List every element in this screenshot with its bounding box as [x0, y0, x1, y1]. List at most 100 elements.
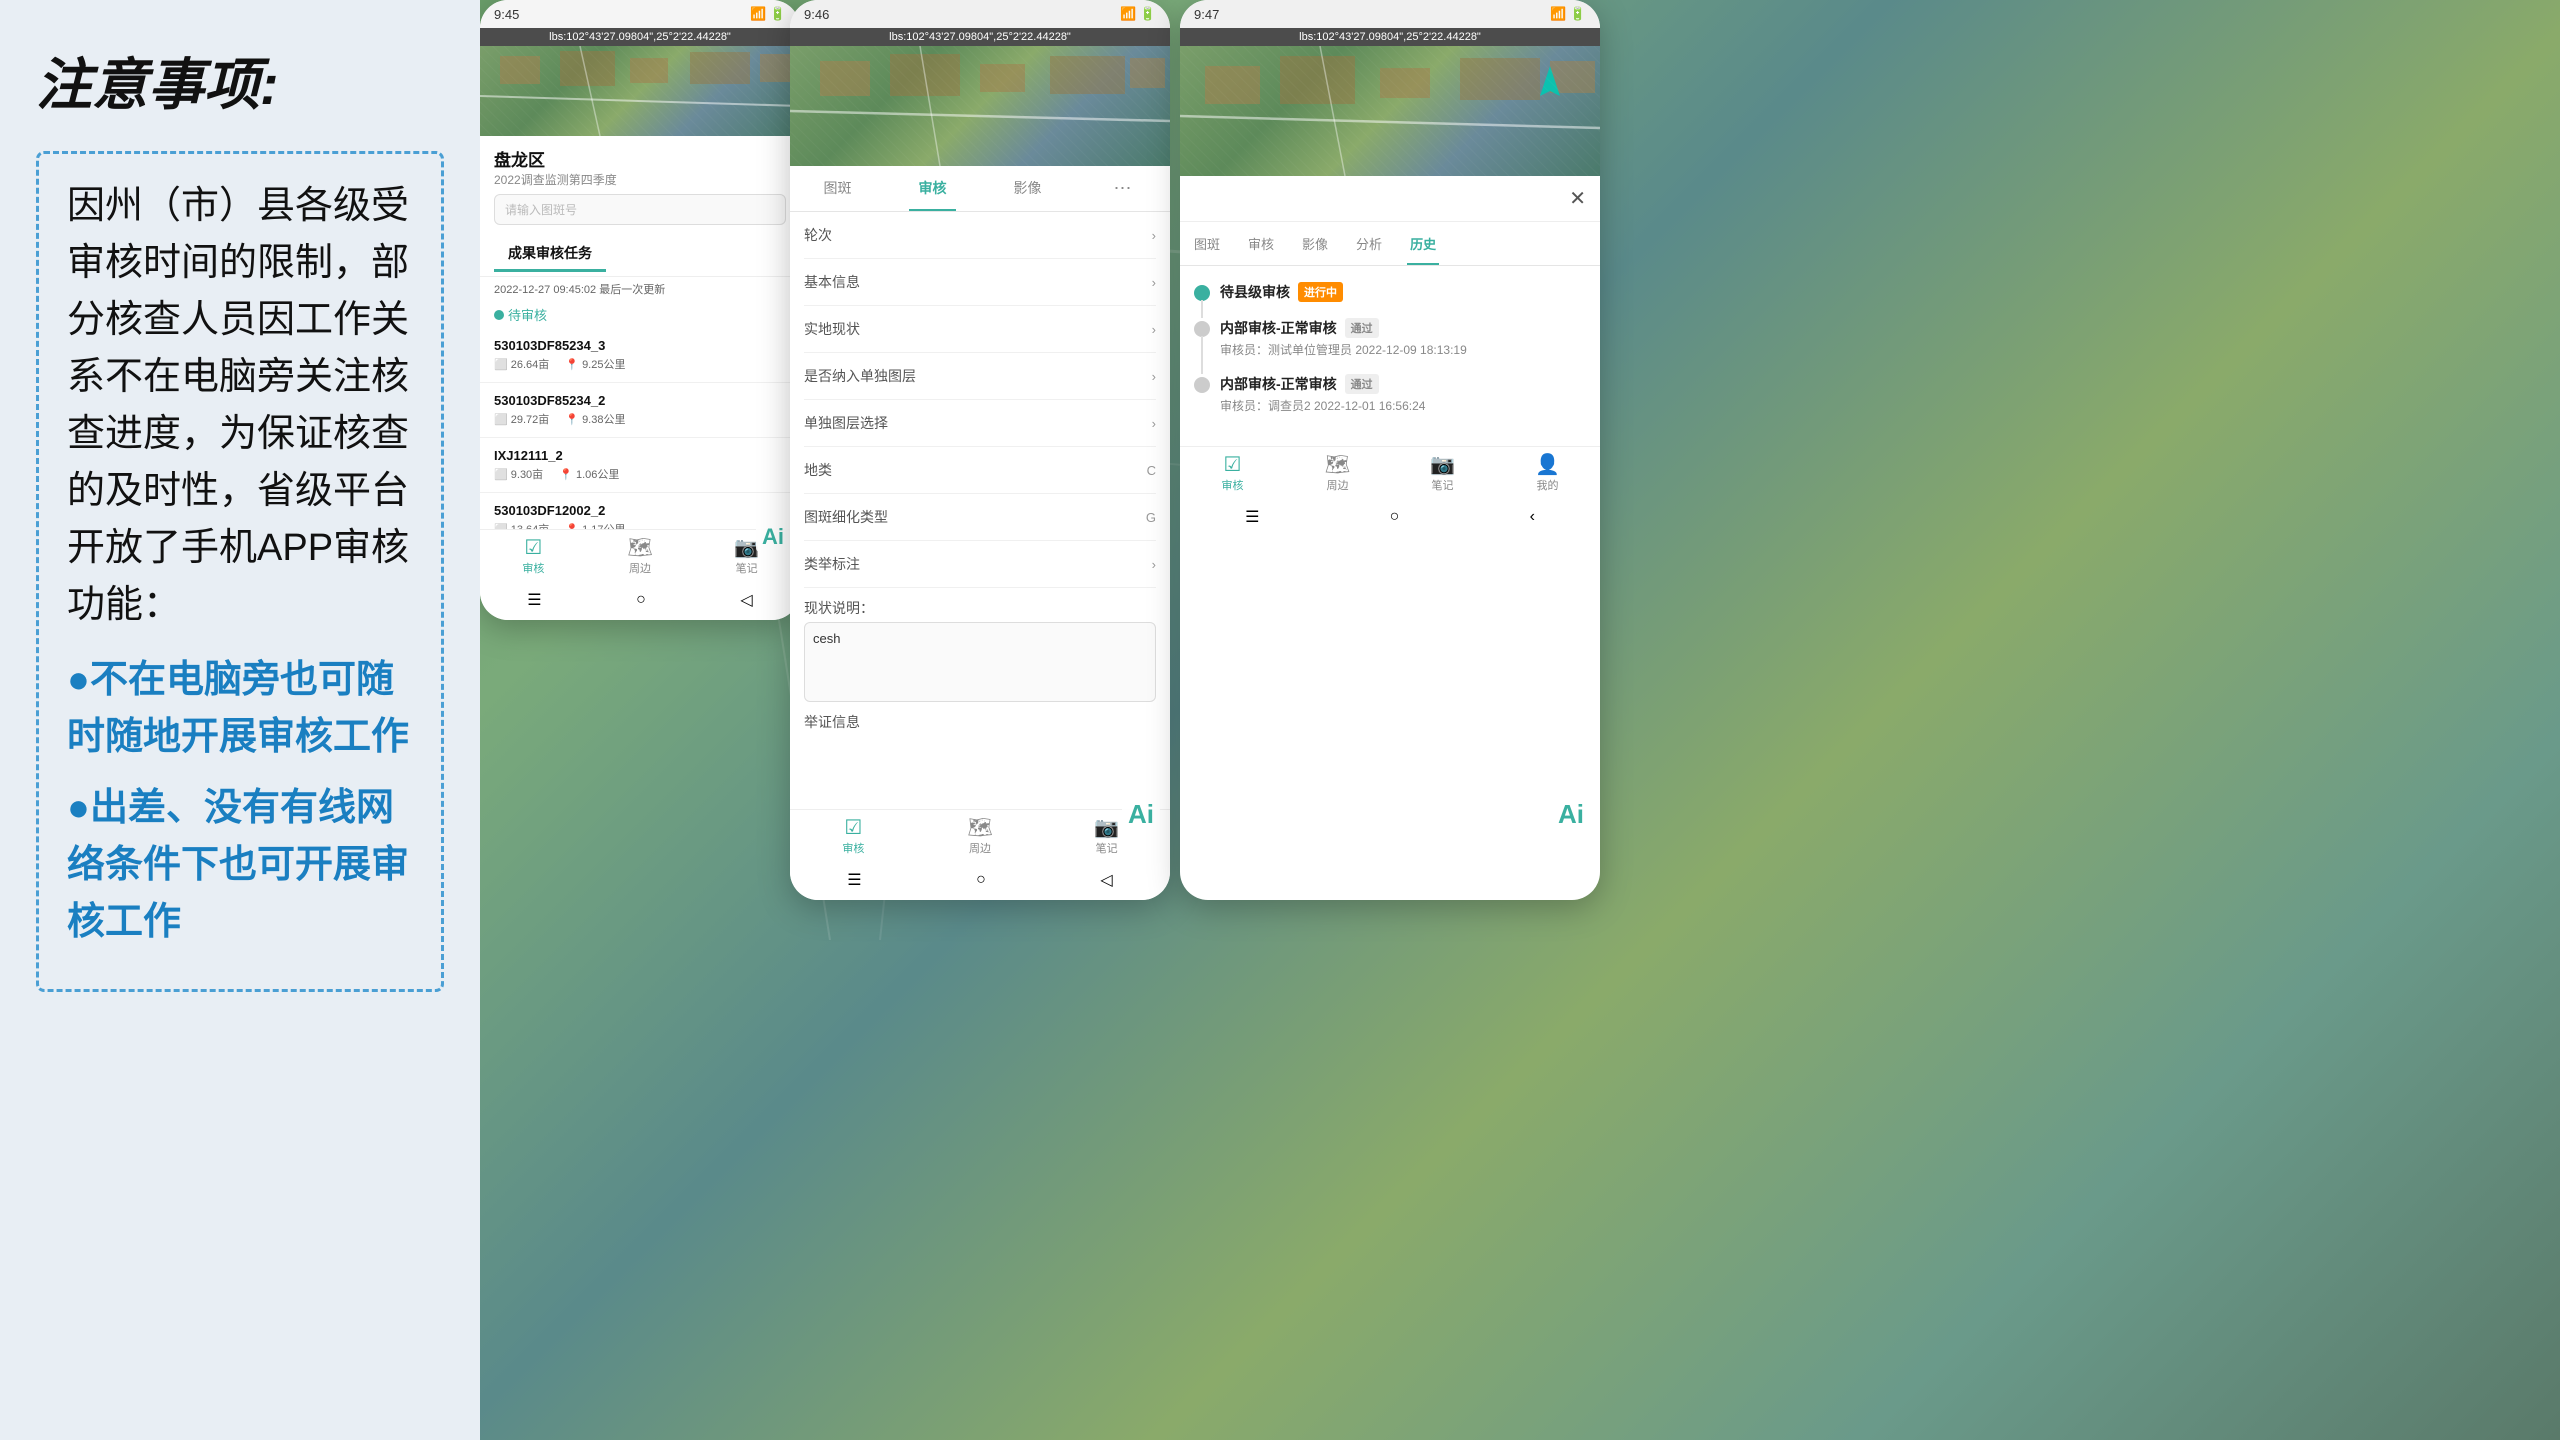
nav-nearby[interactable]: 🗺 周边 [917, 810, 1044, 862]
field-label: 是否纳入单独图层 [804, 366, 916, 386]
status-desc-section: 现状说明： cesh [804, 588, 1156, 702]
tab-shenhe[interactable]: 审核 [885, 166, 980, 211]
nav-label: 周边 [969, 840, 991, 856]
hist-content: 待县级审核 进行中 [1220, 282, 1586, 302]
list-item[interactable]: 530103DF85234_2 ⬜ 29.72亩 📍 9.38公里 [480, 383, 800, 438]
tab-tubanbiao[interactable]: 图斑 [790, 166, 885, 211]
field-val: › [1152, 369, 1156, 384]
hist-sub: 审核员：测试单位管理员 2022-12-09 18:13:19 [1220, 341, 1586, 358]
p1-status: 待审核 [494, 305, 786, 324]
item-meta: ⬜ 9.30亩 📍 1.06公里 [494, 466, 786, 482]
map-icon: 🗺 [627, 538, 652, 558]
p3-home-bar: ☰ ○ ‹ [1180, 499, 1600, 537]
p2-gps: lbs:102°43'27.09804",25°2'22.44228" [790, 28, 1170, 46]
tab-tuban[interactable]: 图斑 [1180, 222, 1234, 265]
nav-nearby[interactable]: 🗺 周边 [1285, 447, 1390, 499]
tab-fenxi[interactable]: 分析 [1342, 222, 1396, 265]
item-area: ⬜ 26.64亩 [494, 356, 549, 372]
p1-header: 盘龙区 2022调查监测第四季度 请输入图斑号 [480, 136, 800, 237]
list-item[interactable]: 530103DF85234_3 ⬜ 26.64亩 📍 9.25公里 [480, 328, 800, 383]
home-icon: ○ [976, 871, 986, 889]
field-dilei: 地类 C [804, 447, 1156, 494]
camera-icon: 📷 [1094, 818, 1119, 838]
hist-dot [1194, 377, 1210, 393]
field-val-g: G [1146, 510, 1156, 525]
nav-nearby-label: 周边 [629, 560, 651, 576]
field-label: 基本信息 [804, 272, 860, 292]
p1-bottom-nav: ☑ 审核 🗺 周边 📷 笔记 [480, 529, 800, 582]
field-label: 地类 [804, 460, 832, 480]
field-val: › [1152, 322, 1156, 337]
p1-content: 盘龙区 2022调查监测第四季度 请输入图斑号 成果审核任务 2022-12-2… [480, 136, 800, 529]
field-label: 类举标注 [804, 554, 860, 574]
hist-title-text: 内部审核-正常审核 [1220, 318, 1337, 338]
p1-gps: lbs:102°43'27.09804",25°2'22.44228" [480, 28, 800, 46]
home-icon: ○ [1390, 508, 1400, 526]
field-danducenglun: 单独图层选择 › [804, 400, 1156, 447]
item-dist: 📍 9.25公里 [565, 356, 625, 372]
field-val: › [1152, 557, 1156, 572]
tab-yingxiang[interactable]: 影像 [980, 166, 1075, 211]
nav-label: 审核 [1222, 477, 1244, 493]
nav-review[interactable]: ☑ 审核 [480, 530, 587, 582]
p3-ai-label: Ai [1552, 797, 1590, 832]
p3-time: 9:47 [1194, 7, 1219, 22]
status-desc-input[interactable]: cesh [804, 622, 1156, 702]
map-icon: 🗺 [967, 818, 992, 838]
field-jibenxinxi: 基本信息 › [804, 259, 1156, 306]
history-item: 待县级审核 进行中 [1194, 282, 1586, 318]
item-id: 530103DF12002_2 [494, 503, 786, 518]
tab-shenhe[interactable]: 审核 [1234, 222, 1288, 265]
list-item[interactable]: IXJ12111_2 ⬜ 9.30亩 📍 1.06公里 [480, 438, 800, 493]
camera-icon: 📷 [1430, 455, 1455, 475]
menu-icon: ☰ [847, 870, 861, 890]
p3-status-bar: 9:47 📶 🔋 [1180, 0, 1600, 28]
evidence-section: 举证信息 [804, 702, 1156, 742]
field-shifounarui: 是否纳入单独图层 › [804, 353, 1156, 400]
p1-item-list: 530103DF85234_3 ⬜ 26.64亩 📍 9.25公里 530103… [480, 328, 800, 529]
p3-bottom-nav: ☑ 审核 🗺 周边 📷 笔记 👤 我的 [1180, 446, 1600, 499]
p1-search[interactable]: 请输入图斑号 [494, 194, 786, 225]
p1-time: 9:45 [494, 7, 519, 22]
p1-status-bar: 9:45 📶 🔋 [480, 0, 800, 28]
hist-content: 内部审核-正常审核 通过 审核员：测试单位管理员 2022-12-09 18:1… [1220, 318, 1586, 358]
home-icon: ○ [636, 591, 646, 609]
map-icon: 🗺 [1325, 455, 1350, 475]
p1-status-dot [494, 310, 504, 320]
p1-section-header: 成果审核任务 [480, 237, 800, 277]
user-icon: 👤 [1535, 455, 1560, 475]
notice-box: 因州（市）县各级受审核时间的限制，部分核查人员因工作关系不在电脑旁关注核查进度，… [36, 151, 444, 992]
tab-yingxiang[interactable]: 影像 [1288, 222, 1342, 265]
item-id: 530103DF85234_3 [494, 338, 786, 353]
tab-more[interactable]: ⋯ [1075, 166, 1170, 211]
tab-lishi[interactable]: 历史 [1396, 222, 1450, 265]
back-icon: ‹ [1530, 508, 1535, 526]
status-desc-label: 现状说明： [804, 588, 1156, 622]
item-dist: 📍 1.06公里 [559, 466, 619, 482]
p1-status-text: 待审核 [508, 305, 547, 324]
nav-review[interactable]: ☑ 审核 [790, 810, 917, 862]
field-label: 图斑细化类型 [804, 507, 888, 527]
p3-map [1180, 46, 1600, 176]
field-val: › [1152, 275, 1156, 290]
history-item: 内部审核-正常审核 通过 审核员：测试单位管理员 2022-12-09 18:1… [1194, 318, 1586, 374]
p2-form: 轮次 › 基本信息 › 实地现状 › 是否纳入单独图层 › 单独图层选择 › 地… [790, 212, 1170, 809]
back-icon: ◁ [740, 590, 752, 610]
item-meta: ⬜ 29.72亩 📍 9.38公里 [494, 411, 786, 427]
hist-dot [1194, 285, 1210, 301]
nav-review-label: 审核 [522, 560, 544, 576]
nav-notes[interactable]: 📷 笔记 [1390, 447, 1495, 499]
p1-home-bar: ☰ ○ ◁ [480, 582, 800, 620]
p2-ai-label: Ai [1122, 797, 1160, 832]
nav-review[interactable]: ☑ 审核 [1180, 447, 1285, 499]
p1-district: 盘龙区 [494, 146, 786, 171]
hist-title: 内部审核-正常审核 通过 [1220, 374, 1586, 394]
item-id: 530103DF85234_2 [494, 393, 786, 408]
nav-nearby[interactable]: 🗺 周边 [587, 530, 694, 582]
phone-frame-2: 9:46 📶 🔋 lbs:102°43'27.09804",25°2'22.44… [790, 0, 1170, 900]
list-item[interactable]: 530103DF12002_2 ⬜ 13.64亩 📍 1.17公里 [480, 493, 800, 529]
review-icon: ☑ [524, 538, 542, 558]
notice-bullet-2: ●出差、没有有线网络条件下也可开展审核工作 [67, 780, 413, 951]
p3-close-button[interactable]: ✕ [1569, 186, 1586, 211]
nav-mine[interactable]: 👤 我的 [1495, 447, 1600, 499]
